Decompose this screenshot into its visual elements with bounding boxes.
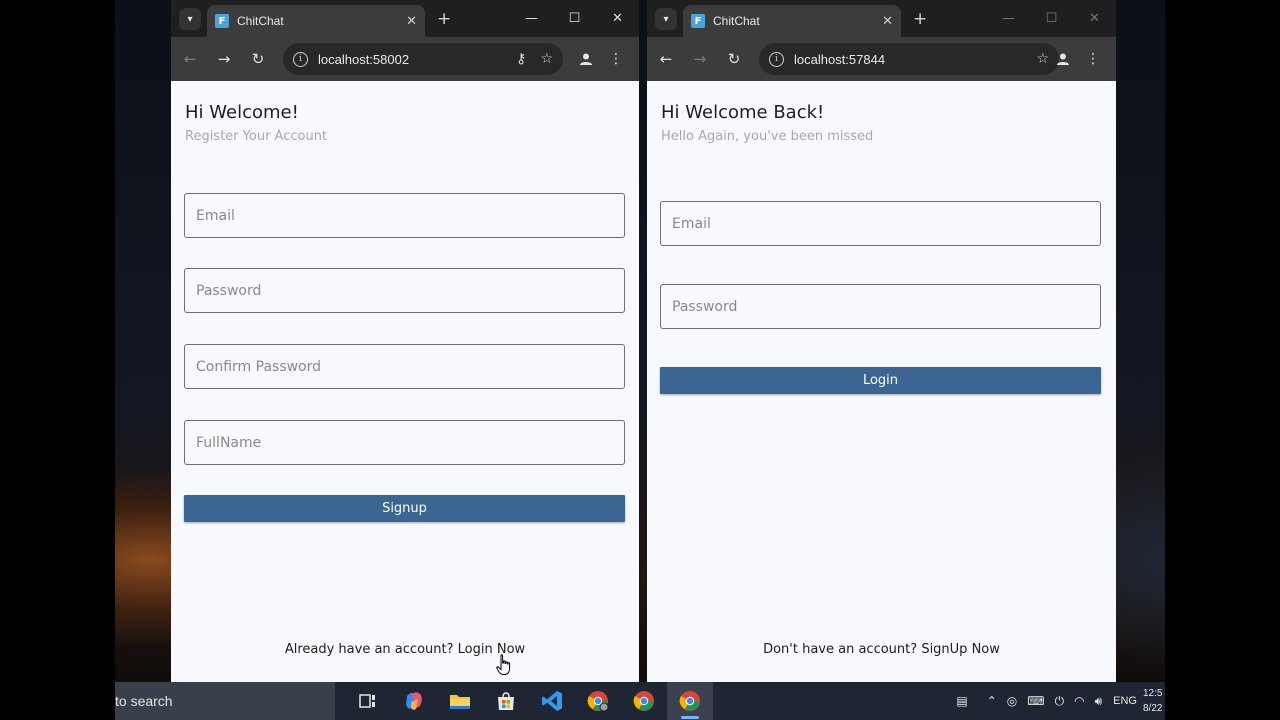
close-window-button[interactable]: ✕ — [1073, 0, 1116, 37]
clock-date: 8/22 — [1143, 703, 1163, 714]
tab-title: ChitChat — [713, 14, 760, 28]
toolbar-right: ⋮ — [1048, 44, 1108, 74]
address-bar[interactable]: i localhost:57844 ☆ — [759, 43, 1059, 75]
new-tab-button[interactable]: + — [437, 9, 451, 29]
signup-button[interactable]: Signup — [184, 495, 625, 522]
url-text: localhost:58002 — [318, 51, 410, 67]
chrome-profile-icon[interactable] — [575, 682, 621, 720]
tab-title: ChitChat — [237, 14, 284, 28]
browser-tab[interactable]: F ChitChat ✕ — [683, 5, 901, 37]
tab-search-button[interactable]: ▾ — [655, 8, 677, 30]
file-explorer-icon[interactable] — [437, 682, 483, 720]
task-view-icon[interactable] — [345, 682, 391, 720]
site-info-icon[interactable]: i — [769, 51, 784, 67]
chrome-active-icon[interactable] — [667, 682, 713, 720]
news-widget-icon[interactable]: ▤ — [956, 694, 967, 708]
page-subtitle: Hello Again, you've been missed — [661, 129, 874, 144]
page-subtitle: Register Your Account — [185, 129, 328, 144]
window-controls: — ☐ ✕ — [510, 0, 639, 37]
signup-prompt-text: Don't have an account? — [763, 642, 918, 657]
close-tab-icon[interactable]: ✕ — [882, 14, 893, 29]
flutter-icon: F — [691, 14, 705, 28]
profile-icon[interactable] — [571, 44, 601, 74]
login-button[interactable]: Login — [660, 367, 1101, 394]
chrome-icon[interactable] — [621, 682, 667, 720]
page-title: Hi Welcome Back! — [661, 102, 825, 123]
signup-prompt: Don't have an account? SignUp Now — [647, 642, 1116, 657]
taskbar-search-box[interactable]: to search — [115, 682, 335, 720]
minimize-button[interactable]: — — [510, 0, 553, 37]
letterbox-right — [1165, 0, 1280, 720]
new-tab-button[interactable]: + — [913, 9, 927, 29]
flutter-icon: F — [215, 14, 229, 28]
login-prompt-text: Already have an account? — [284, 642, 454, 657]
microsoft-store-icon[interactable] — [483, 682, 529, 720]
password-field[interactable] — [660, 284, 1101, 329]
browser-toolbar: ← → ↻ i localhost:58002 ⚷ ☆ ⋮ — [171, 37, 639, 81]
maximize-button[interactable]: ☐ — [1030, 0, 1073, 37]
tab-strip: ▾ F ChitChat ✕ + — ☐ ✕ — [171, 0, 639, 37]
address-bar[interactable]: i localhost:58002 ⚷ ☆ — [283, 43, 563, 75]
minimize-button[interactable]: — — [987, 0, 1030, 37]
bookmark-star-icon[interactable]: ☆ — [540, 51, 553, 67]
meet-now-icon[interactable]: ◎ — [1007, 694, 1017, 708]
login-prompt: Already have an account? Login Now — [171, 642, 639, 657]
clock[interactable]: 12:5 8/22 — [1143, 686, 1165, 716]
close-window-button[interactable]: ✕ — [596, 0, 639, 37]
browser-window-signup: ▾ F ChitChat ✕ + — ☐ ✕ ← → ↻ i localhost… — [171, 0, 639, 682]
menu-kebab-icon[interactable]: ⋮ — [1078, 44, 1108, 74]
reload-button[interactable]: ↻ — [243, 44, 273, 74]
site-info-icon[interactable]: i — [293, 51, 308, 67]
browser-tab[interactable]: F ChitChat ✕ — [207, 5, 425, 37]
tab-strip: ▾ F ChitChat ✕ + — ☐ ✕ — [647, 0, 1116, 37]
page-title: Hi Welcome! — [185, 102, 299, 123]
email-field[interactable] — [184, 193, 625, 238]
power-icon[interactable]: ⏻ — [1055, 694, 1065, 709]
copilot-icon[interactable] — [391, 682, 437, 720]
vs-code-icon[interactable] — [529, 682, 575, 720]
url-text: localhost:57844 — [794, 51, 886, 67]
password-field[interactable] — [184, 268, 625, 313]
system-tray: ▤ ⌃ ◎ ⌨ ⏻ ◠ 🔊︎ ENG 12:5 8/22 — [951, 682, 1165, 720]
signup-now-link[interactable]: SignUp Now — [921, 642, 1000, 657]
reload-button[interactable]: ↻ — [719, 44, 749, 74]
confirm-password-field[interactable] — [184, 344, 625, 389]
email-field[interactable] — [660, 201, 1101, 246]
wifi-icon[interactable]: ◠ — [1074, 694, 1084, 708]
volume-icon[interactable]: 🔊︎ — [1095, 694, 1103, 709]
browser-window-login: ▾ F ChitChat ✕ + — ☐ ✕ ← → ↻ i localhost… — [647, 0, 1116, 682]
back-button[interactable]: ← — [175, 44, 205, 74]
letterbox-left — [0, 0, 115, 720]
back-button[interactable]: ← — [651, 44, 681, 74]
taskbar-apps — [345, 682, 713, 720]
signup-page: Hi Welcome! Register Your Account Signup… — [171, 81, 639, 682]
browser-toolbar: ← → ↻ i localhost:57844 ☆ ⋮ — [647, 37, 1116, 81]
language-indicator[interactable]: ENG — [1113, 695, 1137, 707]
forward-button[interactable]: → — [685, 44, 715, 74]
chevron-up-icon[interactable]: ⌃ — [987, 694, 997, 708]
clock-time: 12:5 — [1143, 688, 1163, 699]
taskbar: to search ▤ ⌃ ◎ ⌨ ⏻ ◠ 🔊︎ ENG 12:5 8/22 — [115, 682, 1165, 720]
password-key-icon[interactable]: ⚷ — [516, 51, 526, 67]
login-page: Hi Welcome Back! Hello Again, you've bee… — [647, 81, 1116, 682]
search-text: to search — [115, 693, 173, 709]
hand-cursor-icon — [496, 654, 511, 675]
tab-search-button[interactable]: ▾ — [179, 8, 201, 30]
close-tab-icon[interactable]: ✕ — [406, 14, 417, 29]
profile-icon[interactable] — [1048, 44, 1078, 74]
menu-kebab-icon[interactable]: ⋮ — [601, 44, 631, 74]
fullname-field[interactable] — [184, 420, 625, 465]
forward-button[interactable]: → — [209, 44, 239, 74]
maximize-button[interactable]: ☐ — [553, 0, 596, 37]
login-now-link[interactable]: Login Now — [458, 642, 526, 657]
window-controls: — ☐ ✕ — [987, 0, 1116, 37]
input-indicator-icon[interactable]: ⌨ — [1027, 694, 1044, 708]
toolbar-right: ⋮ — [571, 44, 631, 74]
